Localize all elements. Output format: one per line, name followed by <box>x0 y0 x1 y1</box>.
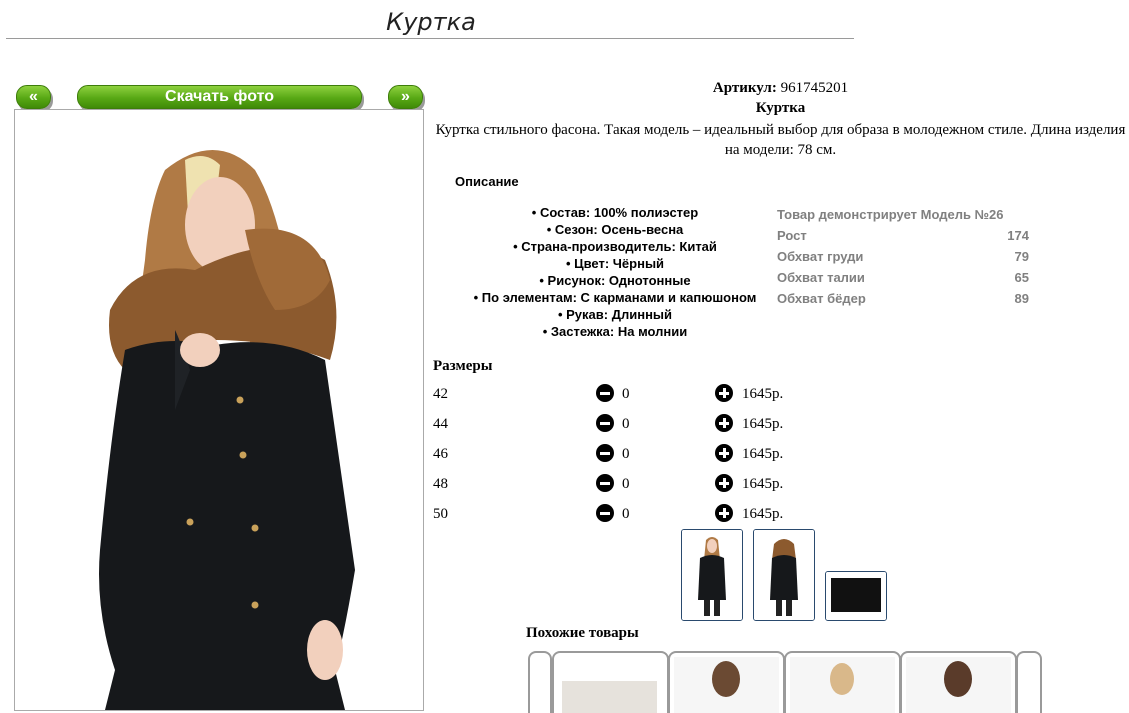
minus-icon[interactable] <box>596 384 614 402</box>
model-row: Обхват бёдер 89 <box>777 290 1029 311</box>
model-header-row: Товар демонстрирует Модель №26 <box>777 206 1029 227</box>
prev-photo-button[interactable]: « <box>16 85 51 109</box>
size-price: 1645р. <box>742 476 784 492</box>
size-row: 44 0 1645р. <box>433 414 833 434</box>
similar-products-heading: Похожие товары <box>526 625 639 641</box>
title-divider <box>6 38 854 39</box>
article-line: Артикул: 961745201 <box>432 80 1129 97</box>
plus-icon[interactable] <box>715 414 733 432</box>
model-measurements: Товар демонстрирует Модель №26 Рост 174 … <box>777 206 1029 311</box>
size-price: 1645р. <box>742 386 784 402</box>
product-name: Куртка <box>755 100 806 116</box>
model-row-value: 65 <box>1014 270 1029 285</box>
feature-item: • По элементам: С карманами и капюшоном <box>473 290 757 305</box>
main-product-photo <box>14 109 424 711</box>
plus-icon[interactable] <box>715 444 733 462</box>
product-description: Куртка стильного фасона. Такая модель – … <box>435 122 1126 158</box>
minus-icon[interactable] <box>596 414 614 432</box>
similar-product-card[interactable] <box>552 651 669 713</box>
model-row-label: Обхват бёдер <box>777 291 866 306</box>
feature-item: • Цвет: Чёрный <box>565 256 665 271</box>
photo-thumbnail[interactable] <box>681 529 743 621</box>
plus-icon[interactable] <box>715 474 733 492</box>
size-qty: 0 <box>622 506 630 522</box>
features-list: • Состав: 100% полиэстер • Сезон: Осень-… <box>455 204 775 340</box>
feature-item: • Состав: 100% полиэстер <box>531 205 699 220</box>
minus-icon[interactable] <box>596 444 614 462</box>
feature-item: • Сезон: Осень-весна <box>546 222 684 237</box>
size-value: 44 <box>433 416 448 432</box>
model-row-label: Обхват талии <box>777 270 865 285</box>
size-row: 50 0 1645р. <box>433 504 833 524</box>
size-value: 50 <box>433 506 448 522</box>
size-qty: 0 <box>622 416 630 432</box>
plus-icon[interactable] <box>715 384 733 402</box>
model-row: Обхват груди 79 <box>777 248 1029 269</box>
size-price: 1645р. <box>742 416 784 432</box>
sizes-heading: Размеры <box>433 358 493 374</box>
model-row: Рост 174 <box>777 227 1029 248</box>
article-value: 961745201 <box>780 80 849 96</box>
next-photo-button[interactable]: » <box>388 85 423 109</box>
size-value: 42 <box>433 386 448 402</box>
feature-item: • Рукав: Длинный <box>557 307 673 322</box>
size-price: 1645р. <box>742 446 784 462</box>
size-price: 1645р. <box>742 506 784 522</box>
size-row: 42 0 1645р. <box>433 384 833 404</box>
feature-item: • Рисунок: Однотонные <box>539 273 691 288</box>
model-row-value: 174 <box>1007 228 1029 243</box>
similar-product-card[interactable] <box>784 651 901 713</box>
size-value: 48 <box>433 476 448 492</box>
minus-icon[interactable] <box>596 474 614 492</box>
feature-item: • Страна-производитель: Китай <box>513 239 717 254</box>
description-heading: Описание <box>455 174 519 189</box>
size-qty: 0 <box>622 446 630 462</box>
size-value: 46 <box>433 446 448 462</box>
size-qty: 0 <box>622 476 630 492</box>
size-row: 46 0 1645р. <box>433 444 833 464</box>
size-qty: 0 <box>622 386 630 402</box>
model-row-value: 89 <box>1014 291 1029 306</box>
minus-icon[interactable] <box>596 504 614 522</box>
model-row-label: Обхват груди <box>777 249 864 264</box>
download-photo-button[interactable]: Скачать фото <box>77 85 362 109</box>
similar-product-card[interactable] <box>900 651 1017 713</box>
model-row: Обхват талии 65 <box>777 269 1029 290</box>
similar-prev-arrow[interactable] <box>528 651 552 713</box>
similar-next-arrow[interactable] <box>1016 651 1042 713</box>
model-row-label: Рост <box>777 228 807 243</box>
model-row-value: 79 <box>1014 249 1029 264</box>
photo-thumbnail[interactable] <box>753 529 815 621</box>
feature-item: • Застежка: На молнии <box>542 324 688 339</box>
plus-icon[interactable] <box>715 504 733 522</box>
model-header: Товар демонстрирует Модель №26 <box>777 207 1004 222</box>
size-row: 48 0 1645р. <box>433 474 833 494</box>
photo-thumbnail[interactable] <box>825 571 887 621</box>
similar-product-card[interactable] <box>668 651 785 713</box>
page-title: Куртка <box>386 8 476 36</box>
article-label: Артикул: <box>712 80 777 96</box>
